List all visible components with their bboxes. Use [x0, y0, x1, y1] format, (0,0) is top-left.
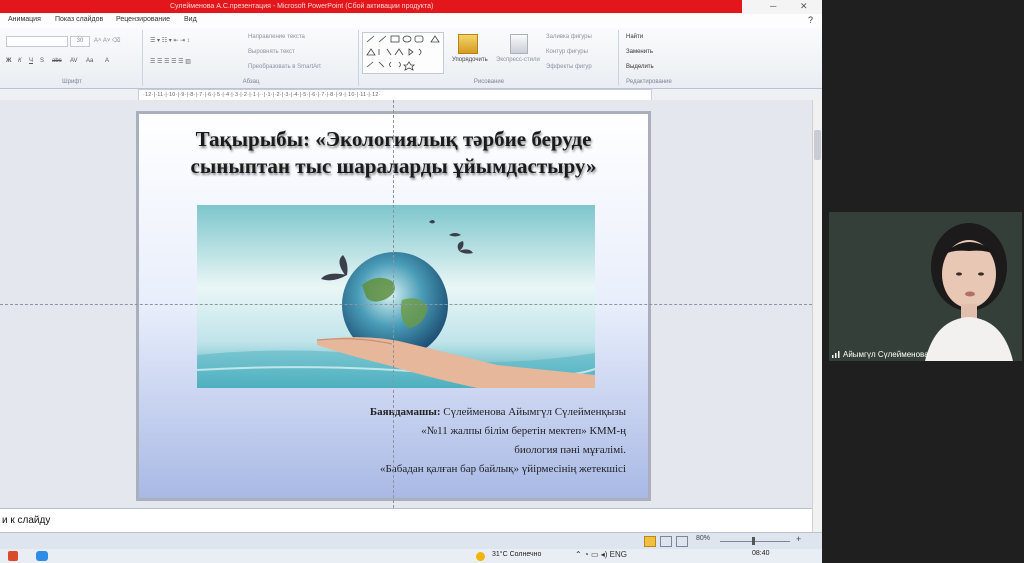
tab-review[interactable]: Рецензирование	[116, 16, 170, 23]
title-bar: Сулейменова А.С.презентация - Microsoft …	[0, 0, 822, 14]
ribbon-tabs: Анимация Показ слайдов Рецензирование Ви…	[0, 14, 822, 29]
reading-view-icon[interactable]	[676, 536, 688, 547]
zoom-in-icon[interactable]: +	[796, 534, 801, 544]
signal-strength-icon	[832, 351, 840, 358]
powerpoint-taskbar-icon[interactable]	[8, 551, 18, 561]
weather-text[interactable]: 31°C Солнечно	[492, 551, 541, 558]
minimize-icon[interactable]: ─	[770, 1, 776, 11]
powerpoint-window: Сулейменова А.С.презентация - Microsoft …	[0, 0, 822, 563]
italic-button[interactable]: К	[18, 58, 22, 64]
vertical-scrollbar[interactable]	[812, 100, 822, 532]
vertical-guide[interactable]	[393, 100, 394, 508]
zoom-level[interactable]: 80%	[696, 535, 710, 542]
presenter-school[interactable]: «№11 жалпы білім беретін мектеп» КММ-ң	[421, 425, 626, 437]
notes-placeholder: и к слайду	[2, 515, 51, 526]
shape-effects-button[interactable]: Эффекты фигур	[546, 64, 592, 70]
strikethrough-button[interactable]: abc	[52, 58, 62, 64]
select-button[interactable]: Выделить	[626, 64, 654, 70]
close-icon[interactable]: ✕	[800, 1, 808, 11]
presenter-label: Баяндамашы:	[369, 406, 441, 418]
convert-smartart-button[interactable]: Преобразовать в SmartArt	[248, 64, 321, 70]
align-icons[interactable]: ☰ ☰ ☰ ☰ ☰ ▥	[150, 58, 191, 65]
presenter-line[interactable]: Баяндамашы: Сүлейменова Айымгүл Сүлеймен…	[370, 406, 626, 418]
arrange-icon[interactable]	[458, 34, 478, 54]
align-text-button[interactable]: Выровнять текст	[248, 49, 295, 55]
normal-view-icon[interactable]	[644, 536, 656, 547]
editing-group-label: Редактирование	[626, 79, 672, 85]
shape-outline-button[interactable]: Контур фигуры	[546, 49, 588, 55]
zoom-taskbar-icon[interactable]	[36, 551, 48, 561]
bullets-icon[interactable]: ☰ ▾ ☷ ▾ ⇤ ⇥ ↕	[150, 37, 190, 44]
paragraph-group: ☰ ▾ ☷ ▾ ⇤ ⇥ ↕ ☰ ☰ ☰ ☰ ☰ ▥ Направление те…	[144, 30, 359, 86]
ribbon: 30 A˄ A˅ ⌫ Ж К Ч S abc AV Aa A Шрифт ☰ ▾…	[0, 28, 822, 89]
font-group-label: Шрифт	[62, 79, 82, 85]
font-color-button[interactable]: A	[105, 58, 109, 64]
horizontal-guide[interactable]	[0, 304, 812, 305]
underline-button[interactable]: Ч	[29, 58, 33, 64]
presenter-subject[interactable]: биология пәні мұғалімі.	[514, 444, 626, 456]
shapes-gallery-icons	[366, 35, 440, 71]
spacing-button[interactable]: AV	[70, 58, 78, 64]
arrange-button[interactable]: Упорядочить	[452, 57, 488, 63]
grow-font-icon[interactable]: A˄ A˅ ⌫	[94, 37, 121, 44]
zoom-slider-thumb[interactable]	[752, 537, 755, 545]
drawing-group-label: Рисование	[473, 79, 505, 85]
change-case-button[interactable]: Aa	[86, 58, 93, 64]
window-title: Сулейменова А.С.презентация - Microsoft …	[170, 3, 434, 10]
notes-pane[interactable]: и к слайду	[0, 508, 812, 533]
editing-group: Найти Заменить Выделить Редактирование	[620, 30, 678, 86]
quick-styles-button[interactable]: Экспресс-стили	[496, 57, 540, 63]
replace-button[interactable]: Заменить	[626, 49, 653, 55]
help-icon[interactable]: ?	[808, 15, 813, 25]
presenter-club[interactable]: «Бабадан қалған бар байлық» үйірмесінің …	[380, 463, 626, 475]
ruler-ticks: ·12·|·11·|·10·|·9·|·8·|·7·|·6·|·5·|·4·|·…	[143, 92, 381, 98]
find-button[interactable]: Найти	[626, 34, 643, 40]
shapes-gallery[interactable]	[362, 32, 444, 74]
tab-slideshow[interactable]: Показ слайдов	[55, 16, 103, 23]
font-name-box[interactable]	[6, 36, 68, 47]
slide-sorter-icon[interactable]	[660, 536, 672, 547]
presenter-name: Сүлейменова Айымгүл Сүлейменқызы	[440, 406, 626, 418]
bold-button[interactable]: Ж	[6, 58, 11, 64]
participant-video-image	[829, 212, 1022, 361]
font-group: 30 A˄ A˅ ⌫ Ж К Ч S abc AV Aa A Шрифт	[2, 30, 143, 86]
tab-animation[interactable]: Анимация	[8, 16, 41, 23]
status-bar: 80% +	[0, 532, 822, 550]
participant-name: Айымгүл Сүлейменова	[843, 350, 929, 359]
drawing-group: Упорядочить Экспресс-стили Заливка фигур…	[360, 30, 619, 86]
tab-view[interactable]: Вид	[184, 16, 197, 23]
font-size-box[interactable]: 30	[70, 36, 90, 47]
tray-icons[interactable]: ⌃ ◔ ▭ ◂) ENG	[575, 550, 627, 559]
earth-in-hand-picture[interactable]	[197, 205, 595, 388]
video-tile[interactable]: Айымгүл Сүлейменова	[829, 212, 1022, 361]
scrollbar-thumb[interactable]	[814, 130, 821, 160]
clock[interactable]: 08:40	[752, 550, 770, 557]
earth-in-hand-image	[197, 205, 595, 388]
sun-icon	[476, 552, 485, 561]
taskbar: 31°C Солнечно ⌃ ◔ ▭ ◂) ENG 08:40	[0, 549, 822, 563]
quick-styles-icon[interactable]	[510, 34, 528, 54]
shape-fill-button[interactable]: Заливка фигуры	[546, 34, 592, 40]
zoom-slider[interactable]	[720, 541, 790, 542]
text-direction-button[interactable]: Направление текста	[248, 34, 305, 40]
shadow-button[interactable]: S	[40, 58, 44, 64]
paragraph-group-label: Абзац	[242, 79, 260, 85]
